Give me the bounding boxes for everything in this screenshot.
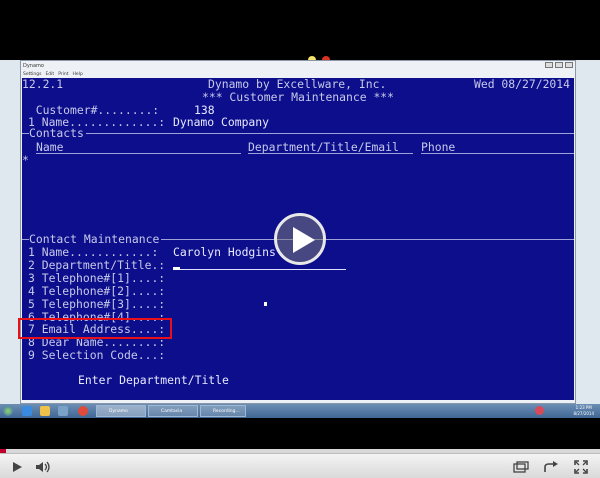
play-small-icon <box>13 462 22 472</box>
menu-edit[interactable]: Edit <box>45 71 54 78</box>
play-button[interactable] <box>274 213 326 265</box>
window-title: Dynamo <box>23 63 44 69</box>
customer-name-value[interactable]: Dynamo Company <box>173 116 269 129</box>
date-label: Wed 08/27/2014 <box>474 78 571 91</box>
windows-taskbar: Dynamo Camtasia Studio Recording... 1:23… <box>0 404 600 426</box>
speaker-icon <box>36 461 50 473</box>
volume-button[interactable] <box>32 457 54 477</box>
menu-settings[interactable]: Settings <box>23 71 41 78</box>
video-controls <box>0 453 600 478</box>
underline-dept <box>248 153 413 154</box>
text-cursor <box>173 267 180 270</box>
play-icon <box>293 227 315 253</box>
share-button[interactable] <box>540 457 562 477</box>
menu-print[interactable]: Print <box>58 71 68 78</box>
tray-clock[interactable]: 1:23 PM 8/27/2014 <box>573 405 594 417</box>
underline-name <box>36 153 241 154</box>
contacts-divider <box>22 133 574 134</box>
maximize-button[interactable] <box>555 62 563 68</box>
folder-icon[interactable] <box>40 406 50 416</box>
fullscreen-icon <box>574 460 588 474</box>
window-icon <box>513 461 529 473</box>
version-label: 12.2.1 <box>22 78 64 91</box>
taskbar-item-camtasia[interactable]: Camtasia Studio <box>148 405 198 426</box>
department-input-line[interactable] <box>173 269 346 270</box>
fullscreen-button[interactable] <box>570 457 592 477</box>
menu-bar: Settings Edit Print Help <box>23 71 83 78</box>
contacts-header: Contacts <box>29 126 86 140</box>
tray-icon[interactable] <box>535 406 544 415</box>
underline-phone <box>421 153 574 154</box>
annotation-highlight-box <box>18 318 172 339</box>
chrome-icon[interactable] <box>78 406 88 416</box>
menu-help[interactable]: Help <box>73 71 83 78</box>
taskbar-item-recording[interactable]: Recording... <box>200 405 246 417</box>
app-icon[interactable] <box>58 406 68 416</box>
contact-name-value[interactable]: Carolyn Hodgins <box>173 246 276 259</box>
row-marker: * <box>22 153 29 167</box>
screen-title: *** Customer Maintenance *** <box>202 90 395 104</box>
ie-icon[interactable] <box>22 406 32 416</box>
start-button-icon[interactable] <box>3 406 13 416</box>
share-icon <box>544 461 558 472</box>
tray-date: 8/27/2014 <box>573 411 594 416</box>
video-letterbox <box>0 0 600 58</box>
close-button[interactable] <box>565 62 573 68</box>
play-pause-button[interactable] <box>6 457 28 477</box>
popout-button[interactable] <box>510 457 532 477</box>
taskbar-item-dynamo[interactable]: Dynamo <box>96 405 146 417</box>
status-prompt: Enter Department/Title <box>78 373 229 387</box>
minimize-button[interactable] <box>545 62 553 68</box>
field-selection-code-label: 9 Selection Code...: <box>28 348 166 362</box>
mouse-pointer-icon <box>264 302 267 306</box>
window-controls <box>545 62 573 68</box>
